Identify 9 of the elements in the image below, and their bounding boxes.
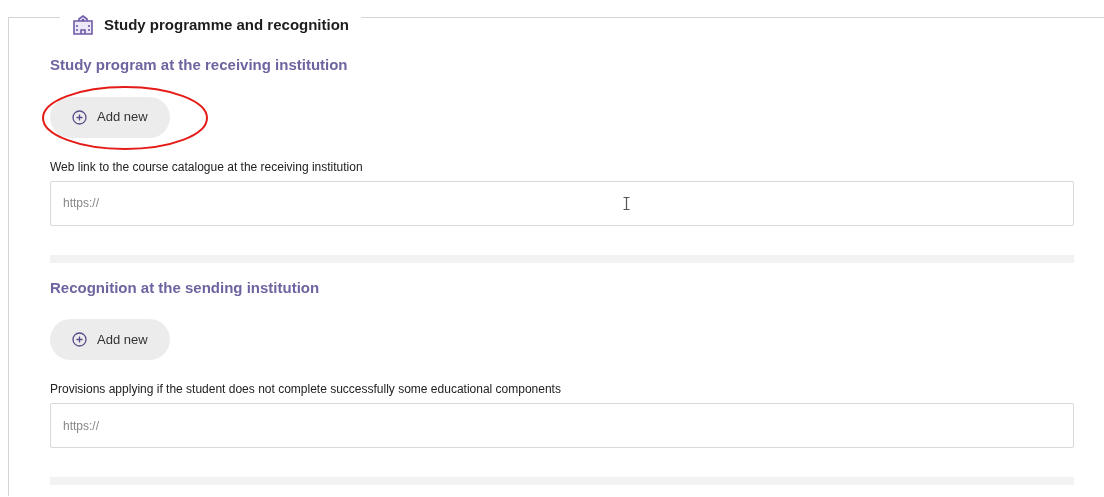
field-label: Provisions applying if the student does not complete successfully some educational components [50,381,562,398]
field-label: Web link to the course catalogue at the receiving institution [50,158,364,176]
url-input-field[interactable]: https:// [50,403,1074,448]
add-new-button[interactable]: Add new [50,96,170,138]
panel-title: Study programme and recognition [104,14,350,35]
section-heading: Study program at the receiving institution [50,55,349,75]
add-new-button[interactable]: Add new [50,319,170,360]
section-heading: Recognition at the sending institution [50,277,321,298]
url-input-field[interactable]: https:// [50,180,1074,226]
